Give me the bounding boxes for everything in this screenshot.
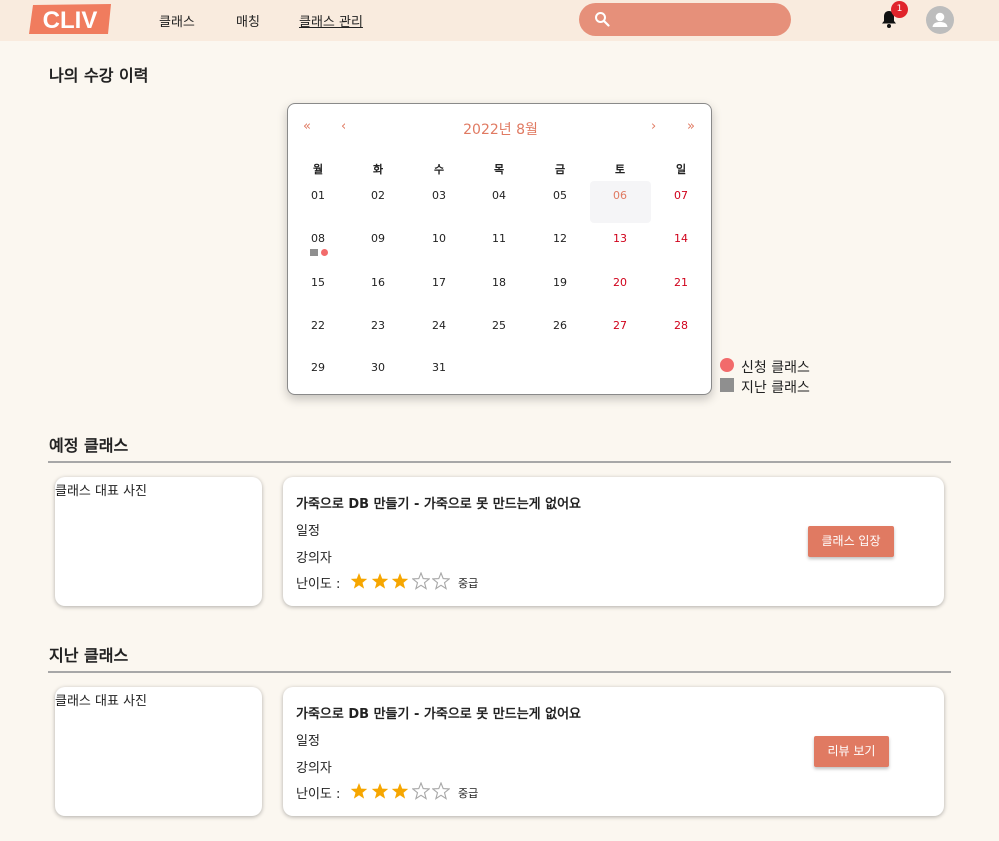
calendar-day[interactable]: 05: [530, 189, 590, 202]
calendar-day[interactable]: 31: [409, 361, 469, 374]
calendar-day[interactable]: 12: [530, 232, 590, 245]
calendar-day[interactable]: 24: [409, 319, 469, 332]
class-info-card: 가죽으로 DB 만들기 - 가죽으로 못 만드는게 없어요 일정 강의자 난이도…: [283, 687, 944, 816]
past-legend-swatch: [720, 378, 734, 392]
class-photo-label: 클래스 대표 사진: [55, 484, 147, 499]
star-filled-icon: [371, 783, 388, 799]
weekday-label: 일: [675, 163, 687, 176]
calendar-day[interactable]: 29: [288, 361, 348, 374]
calendar-day[interactable]: 27: [590, 319, 650, 332]
calendar-day[interactable]: 23: [348, 319, 408, 332]
calendar-day[interactable]: 01: [288, 189, 348, 202]
logo-text: CLIV: [43, 7, 98, 34]
class-instructor: 강의자: [296, 551, 332, 566]
nav-classes[interactable]: 클래스: [159, 11, 195, 30]
section-divider: [48, 461, 951, 463]
calendar-day[interactable]: 17: [409, 276, 469, 289]
class-photo: 클래스 대표 사진: [55, 687, 262, 816]
calendar: « ‹ 2022년 8월 › » 월 화 수 목 금 토 일 01 02 03 …: [287, 103, 712, 395]
past-class-marker: [310, 249, 318, 256]
nav-matching[interactable]: 매칭: [236, 11, 260, 30]
calendar-day[interactable]: 10: [409, 232, 469, 245]
class-instructor: 강의자: [296, 761, 332, 776]
search-icon: [595, 12, 610, 27]
weekday-label: 금: [554, 163, 566, 176]
user-icon: [932, 12, 948, 27]
star-filled-icon: [350, 573, 368, 589]
legend-label: 신청 클래스: [741, 360, 810, 376]
class-info-card: 가죽으로 DB 만들기 - 가죽으로 못 만드는게 없어요 일정 강의자 난이도…: [283, 477, 944, 606]
calendar-day[interactable]: 22: [288, 319, 348, 332]
calendar-day[interactable]: 21: [651, 276, 711, 289]
class-photo: 클래스 대표 사진: [55, 477, 262, 606]
upcoming-section-title: 예정 클래스: [49, 436, 129, 455]
calendar-day[interactable]: 02: [348, 189, 408, 202]
calendar-day[interactable]: 03: [409, 189, 469, 202]
class-title: 가죽으로 DB 만들기 - 가죽으로 못 만드는게 없어요: [296, 497, 582, 512]
search-bar[interactable]: [579, 3, 791, 36]
calendar-day[interactable]: 28: [651, 319, 711, 332]
top-navbar: CLIV 클래스 매칭 클래스 관리 1: [0, 0, 999, 41]
past-section-title: 지난 클래스: [49, 646, 129, 665]
notification-badge: 1: [891, 1, 908, 18]
weekday-label: 토: [614, 163, 626, 176]
applied-class-marker: [321, 249, 328, 256]
star-filled-icon: [350, 783, 368, 799]
difficulty-level: 중급: [458, 787, 479, 800]
calendar-day[interactable]: 14: [651, 232, 711, 245]
calendar-today-highlight: [590, 181, 651, 223]
calendar-day[interactable]: 26: [530, 319, 590, 332]
weekday-label: 화: [372, 163, 384, 176]
calendar-day[interactable]: 30: [348, 361, 408, 374]
weekday-label: 월: [312, 163, 324, 176]
difficulty-label: 난이도 :: [296, 577, 341, 592]
calendar-day[interactable]: 15: [288, 276, 348, 289]
difficulty-level: 중급: [458, 577, 479, 590]
applied-legend-swatch: [720, 358, 734, 372]
calendar-day[interactable]: 19: [530, 276, 590, 289]
calendar-day[interactable]: 20: [590, 276, 650, 289]
page-title: 나의 수강 이력: [49, 66, 149, 85]
calendar-day[interactable]: 13: [590, 232, 650, 245]
legend-label: 지난 클래스: [741, 380, 810, 396]
star-empty-icon: [411, 782, 430, 800]
calendar-day[interactable]: 09: [348, 232, 408, 245]
weekday-label: 목: [493, 163, 505, 176]
star-filled-icon: [371, 573, 388, 589]
nav-class-management[interactable]: 클래스 관리: [299, 11, 363, 30]
calendar-day[interactable]: 25: [469, 319, 529, 332]
class-photo-label: 클래스 대표 사진: [55, 694, 147, 709]
enter-class-button[interactable]: 클래스 입장: [808, 526, 894, 557]
star-empty-icon: [432, 782, 450, 800]
class-schedule: 일정: [296, 524, 320, 539]
calendar-day[interactable]: 11: [469, 232, 529, 245]
star-filled-icon: [391, 573, 409, 589]
avatar[interactable]: [926, 6, 954, 34]
calendar-day[interactable]: 18: [469, 276, 529, 289]
class-schedule: 일정: [296, 734, 320, 749]
weekday-label: 수: [433, 163, 445, 176]
next-month-button[interactable]: ›: [651, 119, 656, 134]
calendar-day[interactable]: 16: [348, 276, 408, 289]
star-empty-icon: [411, 572, 430, 590]
star-empty-icon: [432, 572, 450, 590]
calendar-day[interactable]: 07: [651, 189, 711, 202]
section-divider: [48, 671, 951, 673]
class-title: 가죽으로 DB 만들기 - 가죽으로 못 만드는게 없어요: [296, 707, 582, 722]
calendar-day-today[interactable]: 06: [590, 189, 650, 202]
calendar-day[interactable]: 08: [288, 232, 348, 245]
view-review-button[interactable]: 리뷰 보기: [814, 736, 889, 767]
next-year-button[interactable]: »: [687, 119, 695, 134]
star-filled-icon: [391, 783, 409, 799]
calendar-month-label: 2022년 8월: [463, 122, 538, 138]
calendar-day[interactable]: 04: [469, 189, 529, 202]
difficulty-label: 난이도 :: [296, 787, 341, 802]
cliv-logo[interactable]: CLIV: [27, 3, 112, 35]
